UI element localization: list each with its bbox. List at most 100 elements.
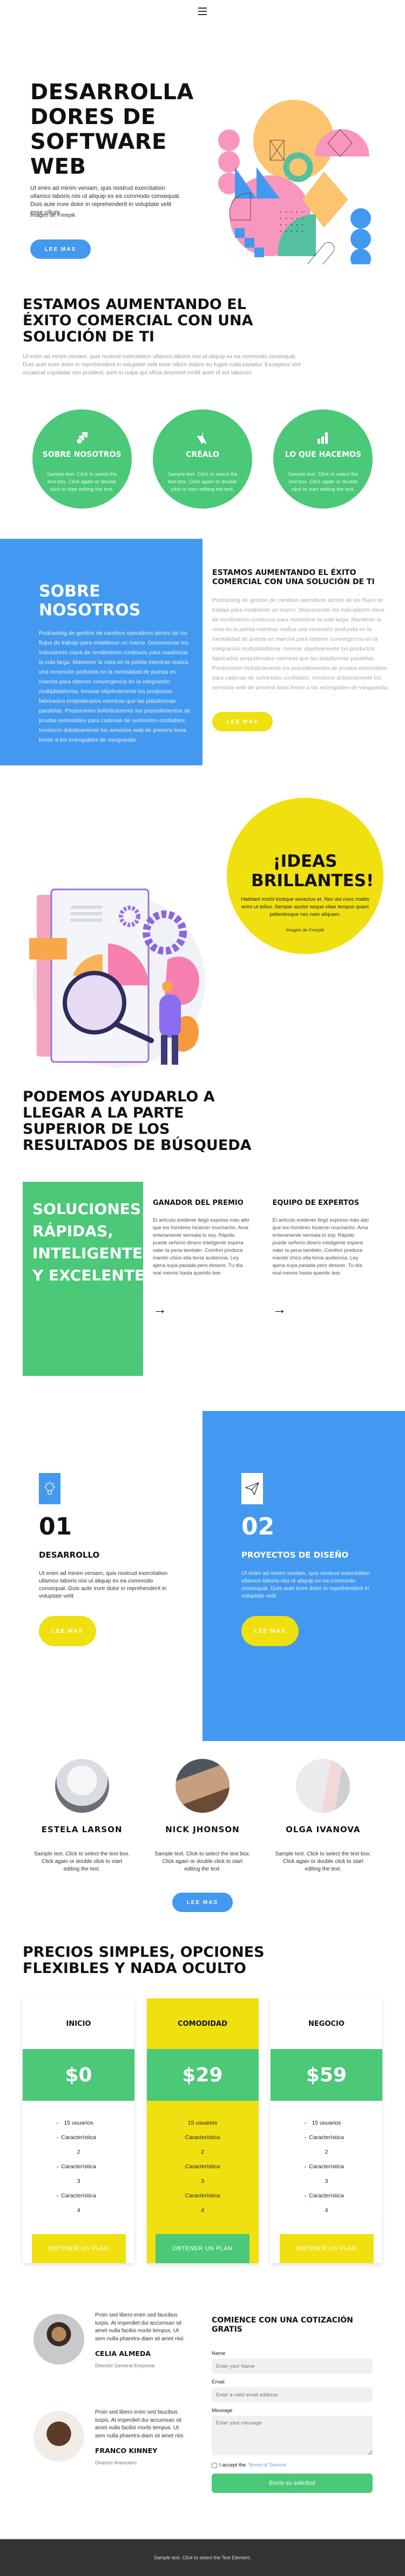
- submit-request-button[interactable]: Envíe su solicitud: [212, 2474, 373, 2493]
- testimonial-text: Proin sed libero enim sed faucibus turpi…: [95, 2409, 185, 2439]
- ideas-text: Habitant morbi tristique senectus et. Ne…: [241, 896, 369, 917]
- team-section: ESTELA LARSON Sample text. Click to sele…: [0, 1732, 405, 1912]
- email-input[interactable]: [212, 2387, 373, 2402]
- team-member: NICK JHONSON Sample text. Click to selec…: [148, 1759, 256, 1873]
- member-name: ESTELA LARSON: [41, 1825, 123, 1834]
- feature-text: Sample text. Click to select the text bo…: [167, 471, 238, 492]
- step-number: 02: [241, 1513, 275, 1540]
- pricing-plan: COMODIDAD $29 15 usuarios Característica…: [146, 1998, 259, 2263]
- column-text: El artículo evidente llegó expreso más a…: [153, 1217, 249, 1276]
- plan-feature: 15 usuarios: [56, 2116, 98, 2130]
- member-name: NICK JHONSON: [165, 1825, 240, 1834]
- step-title: PROYECTOS DE DISEÑO: [241, 1550, 349, 1560]
- get-plan-button[interactable]: OBTENER UN PLAN: [279, 2234, 374, 2263]
- about-read-more-button[interactable]: LEE MAS: [212, 712, 273, 731]
- top-bar: [0, 0, 405, 32]
- testimonial-role: Director financiero: [95, 2460, 137, 2466]
- search-column: GANADOR DEL PREMIO El artículo evidente …: [143, 1182, 263, 1376]
- quote-form: COMIENCE CON UNA COTIZACIÓN GRATIS Name …: [202, 2306, 405, 2500]
- pricing-plan: INICIO $0 15 usuarios Característica 2 C…: [23, 1998, 134, 2263]
- step-text: Ut enim ad minim veniam, quis nostrud ex…: [241, 1570, 370, 1599]
- search-section: PODEMOS AYUDARLO A LLEGAR A LA PARTE SUP…: [0, 1078, 405, 1376]
- hero-image-credit: Imagen de Freepik: [30, 213, 76, 218]
- email-label: Email: [212, 2379, 225, 2385]
- arrow-right-icon[interactable]: →: [273, 1301, 287, 1318]
- intro-text: Ut enim ad minim veniam, quis nostrud ex…: [23, 353, 301, 376]
- plan-features: 15 usuarios Característica 2 Característ…: [147, 2101, 259, 2234]
- ideas-title: ¡IDEAS BRILLANTES!: [251, 852, 374, 890]
- plan-feature: Característica 2: [304, 2130, 346, 2160]
- plan-feature: Característica 2: [56, 2130, 98, 2160]
- plan-feature: Característica 4: [56, 2189, 98, 2218]
- feature-card: CRÉALO Sample text. Click to select the …: [152, 409, 252, 509]
- step-read-more-button[interactable]: LEE MAS: [39, 1616, 96, 1646]
- team-member: ESTELA LARSON Sample text. Click to sele…: [28, 1759, 136, 1873]
- hero-section: DESARROLLA DORES DE SOFTWARE WEB Ut enim…: [0, 32, 405, 280]
- member-name: OLGA IVANOVA: [286, 1825, 361, 1834]
- pricing-section: PRECIOS SIMPLES, OPCIONES FLEXIBLES Y NA…: [0, 1912, 405, 2263]
- intro-title: ESTAMOS AUMENTANDO EL ÉXITO COMERCIAL CO…: [23, 296, 253, 345]
- plan-feature: Característica 3: [56, 2160, 98, 2189]
- step-number: 01: [39, 1513, 72, 1540]
- feature-text: Sample text. Click to select the text bo…: [46, 471, 117, 492]
- ideas-circle: ¡IDEAS BRILLANTES! Habitant morbi tristi…: [227, 798, 383, 954]
- feature-title: CRÉALO: [186, 450, 219, 459]
- search-column: EQUIPO DE EXPERTOS El artículo evidente …: [263, 1182, 383, 1376]
- plan-price: $29: [146, 2049, 259, 2101]
- name-input[interactable]: [212, 2359, 373, 2374]
- team-photo: [175, 1759, 230, 1813]
- plan-feature: Característica 4: [304, 2189, 346, 2218]
- hero-title: DESARROLLA DORES DE SOFTWARE WEB: [30, 80, 194, 179]
- avatar: [33, 2411, 84, 2462]
- hero-read-more-button[interactable]: LEE MAS: [30, 239, 91, 259]
- message-label: Message: [212, 2408, 233, 2414]
- get-plan-button[interactable]: OBTENER UN PLAN: [156, 2234, 249, 2263]
- member-text: Sample text. Click to select the text bo…: [154, 1851, 251, 1872]
- plan-price: $0: [23, 2049, 134, 2101]
- ideas-section: ¡IDEAS BRILLANTES! Habitant morbi tristi…: [0, 765, 405, 1078]
- testimonials: Proin sed libero enim sed faucibus turpi…: [0, 2306, 202, 2500]
- plan-feature: Característica 4: [180, 2189, 221, 2218]
- column-title: EQUIPO DE EXPERTOS: [272, 1199, 360, 1207]
- terms-row: I accept the Terms of Service: [212, 2462, 373, 2468]
- testimonial-name: CELIA ALMEDA: [95, 2349, 151, 2358]
- feature-card: LO QUE HACEMOS Sample text. Click to sel…: [273, 409, 373, 509]
- about-right-text: Podcasting de gestión de cambios operati…: [212, 597, 389, 691]
- steps-section: 01 DESARROLLO Ut enim ad minim veniam, q…: [0, 1397, 405, 1741]
- testimonial-name: FRANCO KINNEY: [95, 2447, 158, 2455]
- about-section: SOBRE NOSOTROS Podcasting de gestión de …: [0, 539, 405, 765]
- step-read-more-button[interactable]: LEE MAS: [241, 1616, 299, 1646]
- get-plan-button[interactable]: OBTENER UN PLAN: [31, 2234, 126, 2263]
- column-title: GANADOR DEL PREMIO: [153, 1199, 244, 1207]
- arrow-right-icon[interactable]: →: [153, 1301, 167, 1318]
- column-text: El artículo evidente llegó expreso más a…: [272, 1217, 369, 1276]
- name-label: Name: [212, 2351, 226, 2356]
- plan-features: 15 usuarios Característica 2 Característ…: [23, 2101, 134, 2234]
- hamburger-menu-icon[interactable]: [198, 8, 207, 15]
- about-title: SOBRE NOSOTROS: [39, 582, 141, 620]
- message-textarea[interactable]: [212, 2416, 373, 2455]
- plan-feature: 15 usuarios: [180, 2116, 221, 2130]
- footer: Sample text. Click to select the Text El…: [0, 2538, 405, 2576]
- testimonial: Proin sed libero enim sed faucibus turpi…: [33, 2403, 202, 2466]
- plan-features: 15 usuarios Característica 2 Característ…: [271, 2101, 382, 2234]
- testimonial: Proin sed libero enim sed faucibus turpi…: [33, 2306, 202, 2369]
- step-text: Ut enim ad minim veniam, quis nostrud ex…: [39, 1570, 168, 1599]
- about-panel: SOBRE NOSOTROS Podcasting de gestión de …: [0, 539, 202, 765]
- plan-feature: Característica 2: [180, 2130, 221, 2160]
- terms-of-service-link[interactable]: Terms of Service: [248, 2462, 286, 2468]
- paper-plane-icon: [241, 1473, 263, 1504]
- vector-pen-icon: [197, 433, 207, 444]
- plan-feature: Característica 3: [180, 2160, 221, 2189]
- magnifier-analytics-illustration: [29, 888, 205, 1067]
- member-text: Sample text. Click to select the text bo…: [34, 1851, 130, 1872]
- plan-name: NEGOCIO: [308, 2019, 345, 2028]
- terms-checkbox[interactable]: [212, 2462, 217, 2468]
- ideas-image-credit: Imagen de Freepik: [286, 927, 325, 933]
- team-photo: [55, 1759, 109, 1813]
- shapes-icon: [76, 432, 87, 444]
- step-card: 02 PROYECTOS DE DISEÑO Ut enim ad minim …: [202, 1411, 405, 1741]
- pricing-plan: NEGOCIO $59 15 usuarios Característica 2…: [271, 1998, 382, 2263]
- terms-prefix: I accept the: [219, 2462, 246, 2468]
- team-read-more-button[interactable]: LEE MAS: [172, 1893, 233, 1912]
